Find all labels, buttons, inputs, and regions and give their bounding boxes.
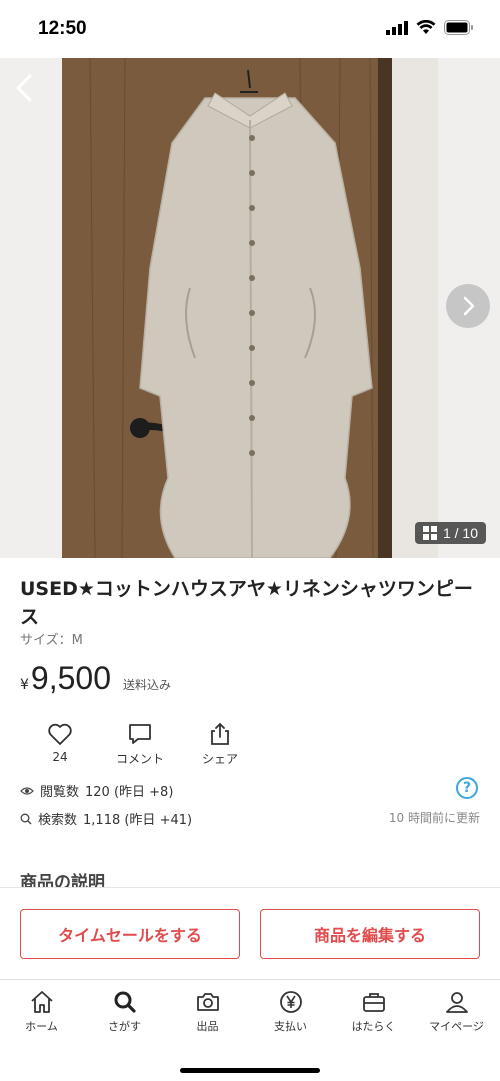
camera-icon [196, 993, 219, 1011]
search-icon [114, 991, 136, 1013]
tab-work[interactable]: はたらく [332, 990, 415, 1034]
chevron-right-icon [463, 296, 475, 316]
price-row: ¥ 9,500 送料込み [20, 660, 171, 697]
views-value: 120 (昨日 +8) [85, 785, 174, 800]
comment-label: コメント [115, 752, 164, 766]
wifi-icon [416, 20, 436, 34]
eye-icon [20, 786, 34, 795]
status-time: 12:50 [38, 18, 87, 39]
edit-item-button[interactable]: 商品を編集する [260, 909, 480, 959]
comment-button[interactable]: コメント [100, 722, 180, 767]
search-label: 検索数 [38, 813, 78, 828]
status-icons [386, 20, 474, 35]
product-size: サイズ：M [20, 633, 83, 648]
tab-payment-label: 支払い [274, 1020, 307, 1033]
tab-home-label: ホーム [25, 1020, 58, 1033]
yen-icon [279, 991, 302, 1013]
image-counter-text: 1 / 10 [442, 525, 478, 541]
tab-sell[interactable]: 出品 [166, 990, 249, 1034]
briefcase-icon [362, 993, 385, 1012]
home-icon [30, 991, 53, 1013]
shipping-label: 送料込み [123, 678, 172, 692]
comment-icon [129, 724, 151, 744]
battery-icon [444, 20, 473, 35]
search-stat: 検索数 1,118 (昨日 +41) [20, 809, 192, 828]
action-row: 24 コメント シェア [20, 722, 260, 767]
next-image-button[interactable] [446, 284, 490, 328]
product-price: 9,500 [30, 660, 111, 696]
tab-payment[interactable]: 支払い [249, 990, 332, 1034]
signal-icon [386, 20, 408, 35]
bottom-button-bar: タイムセールをする 商品を編集する [0, 887, 500, 980]
views-label: 閲覧数 [40, 785, 80, 800]
product-photo[interactable] [0, 58, 500, 558]
help-icon[interactable]: ? [456, 777, 478, 799]
updated-time: 10 時間前に更新 [388, 811, 480, 825]
share-label: シェア [201, 752, 238, 766]
product-title: USED★コットンハウスアヤ★リネンシャツワンピース [20, 578, 473, 628]
search-value: 1,118 (昨日 +41) [83, 813, 193, 828]
views-stat: 閲覧数 120 (昨日 +8) [20, 781, 173, 800]
search-icon [20, 813, 32, 824]
image-counter[interactable]: 1 / 10 [414, 522, 486, 544]
tab-bar: ホーム さがす 出品 支払い はたらく マイページ [0, 979, 500, 1081]
tab-work-label: はたらく [351, 1020, 396, 1033]
time-sale-button[interactable]: タイムセールをする [20, 909, 240, 959]
home-indicator [180, 1068, 320, 1073]
heart-icon [48, 723, 72, 745]
back-button[interactable] [6, 68, 42, 108]
tab-mypage[interactable]: マイページ [415, 990, 498, 1034]
person-icon [445, 992, 468, 1013]
share-button[interactable]: シェア [180, 722, 260, 767]
share-icon [211, 722, 229, 745]
like-count: 24 [52, 750, 68, 764]
like-button[interactable]: 24 [20, 722, 100, 767]
tab-mypage-label: マイページ [429, 1020, 484, 1033]
grid-icon [422, 526, 437, 540]
tab-home[interactable]: ホーム [0, 990, 83, 1034]
tab-sell-label: 出品 [196, 1020, 219, 1033]
tab-search-label: さがす [108, 1020, 141, 1033]
product-image-carousel[interactable]: 1 / 10 [0, 58, 500, 558]
status-bar: 12:50 [0, 0, 500, 58]
chevron-left-icon [16, 74, 32, 102]
currency-symbol: ¥ [20, 677, 29, 693]
tab-search[interactable]: さがす [83, 990, 166, 1034]
